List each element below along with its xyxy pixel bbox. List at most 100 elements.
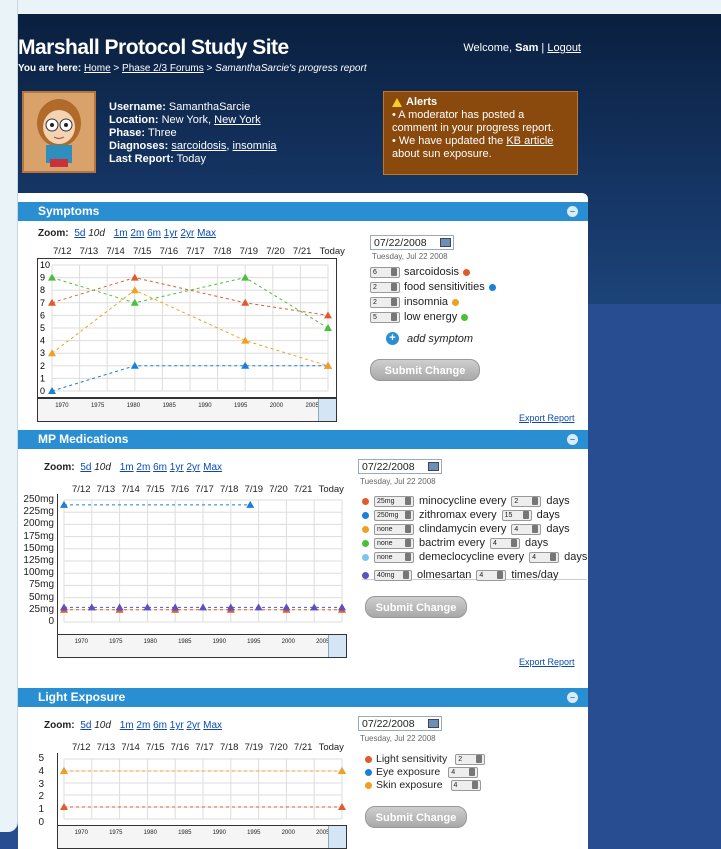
zoom-5d[interactable]: 5d <box>80 720 91 731</box>
zoom-max[interactable]: Max <box>203 462 222 473</box>
frequency-stepper[interactable]: 4 <box>529 551 560 563</box>
data-point[interactable] <box>324 311 332 319</box>
stepper-arrows-icon[interactable] <box>471 781 478 789</box>
diagnosis-link[interactable]: sarcoidosis <box>171 140 226 152</box>
data-point[interactable] <box>87 603 96 611</box>
date-input[interactable]: 07/22/2008 <box>358 459 442 474</box>
stepper-arrows-icon[interactable] <box>476 755 483 763</box>
symptoms-chart[interactable]: 0 1 2 3 4 5 6 7 8 9 10 <box>37 258 337 398</box>
data-point[interactable] <box>115 603 124 611</box>
zoom-1yr[interactable]: 1yr <box>170 720 184 731</box>
stepper-arrows-icon[interactable] <box>522 511 529 519</box>
zoom-1m[interactable]: 1m <box>120 462 134 473</box>
zoom-1yr[interactable]: 1yr <box>170 462 184 473</box>
data-point[interactable] <box>171 603 180 611</box>
medications-chart[interactable] <box>57 494 347 634</box>
location-state-link[interactable]: New York <box>214 114 260 126</box>
collapse-icon[interactable]: – <box>567 206 578 217</box>
data-point[interactable] <box>143 603 152 611</box>
breadcrumb-forums[interactable]: Phase 2/3 Forums <box>122 63 204 74</box>
frequency-stepper[interactable]: 15 <box>501 509 532 521</box>
dose-stepper[interactable]: none <box>374 523 414 535</box>
zoom-2m[interactable]: 2m <box>130 228 144 239</box>
stepper-arrows-icon[interactable] <box>391 268 397 276</box>
zoom-5d[interactable]: 5d <box>74 228 85 239</box>
zoom-6m[interactable]: 6m <box>147 228 161 239</box>
data-point[interactable] <box>310 603 319 611</box>
timeline-handle[interactable] <box>328 635 346 657</box>
zoom-6m[interactable]: 6m <box>153 720 167 731</box>
data-point[interactable] <box>246 500 255 508</box>
submit-button[interactable]: Submit Change <box>370 359 480 381</box>
stepper-arrows-icon[interactable] <box>469 768 476 776</box>
stepper-arrows-icon[interactable] <box>405 539 411 547</box>
breadcrumb-home[interactable]: Home <box>84 63 111 74</box>
frequency-stepper[interactable]: 4 <box>476 569 507 581</box>
stepper-arrows-icon[interactable] <box>511 539 518 547</box>
stepper-arrows-icon[interactable] <box>403 571 409 579</box>
stepper-arrows-icon[interactable] <box>405 511 411 519</box>
frequency-stepper[interactable]: 4 <box>511 523 542 535</box>
add-symptom-button[interactable]: + add symptom <box>386 332 473 345</box>
stepper-arrows-icon[interactable] <box>391 298 397 306</box>
light-exposure-chart[interactable] <box>57 753 347 825</box>
timeline-handle[interactable] <box>318 399 336 421</box>
frequency-stepper[interactable]: 2 <box>511 495 542 507</box>
zoom-2yr[interactable]: 2yr <box>186 462 200 473</box>
stepper-arrows-icon[interactable] <box>405 553 411 561</box>
dose-stepper[interactable]: none <box>374 537 414 549</box>
timeline-scrollbar[interactable]: 1970 1975 1980 1985 1990 1995 2000 2005 <box>37 398 337 422</box>
data-point[interactable] <box>130 361 139 369</box>
frequency-stepper[interactable]: 4 <box>490 537 521 549</box>
data-point[interactable] <box>282 603 291 611</box>
symptoms-header[interactable]: Symptoms – <box>18 202 588 221</box>
kb-article-link[interactable]: KB article <box>506 135 553 147</box>
light-stepper[interactable]: 4 <box>448 766 479 778</box>
zoom-2m[interactable]: 2m <box>136 720 150 731</box>
submit-button[interactable]: Submit Change <box>365 806 467 828</box>
zoom-6m[interactable]: 6m <box>153 462 167 473</box>
stepper-arrows-icon[interactable] <box>405 525 411 533</box>
zoom-max[interactable]: Max <box>197 228 216 239</box>
data-point[interactable] <box>338 603 346 611</box>
stepper-arrows-icon[interactable] <box>391 283 397 291</box>
calendar-icon[interactable] <box>428 719 439 728</box>
data-point[interactable] <box>324 361 332 369</box>
collapse-icon[interactable]: – <box>567 692 578 703</box>
submit-button[interactable]: Submit Change <box>365 596 467 618</box>
data-point[interactable] <box>254 603 263 611</box>
export-report-link[interactable]: Export Report <box>519 413 575 423</box>
zoom-2m[interactable]: 2m <box>136 462 150 473</box>
calendar-icon[interactable] <box>440 238 451 247</box>
data-point[interactable] <box>241 361 250 369</box>
stepper-arrows-icon[interactable] <box>532 525 539 533</box>
collapse-icon[interactable]: – <box>567 434 578 445</box>
severity-stepper[interactable]: 2 <box>370 296 400 308</box>
zoom-max[interactable]: Max <box>203 720 222 731</box>
data-point[interactable] <box>130 298 139 306</box>
data-point[interactable] <box>199 603 207 611</box>
date-input[interactable]: 07/22/2008 <box>370 235 454 250</box>
medications-header[interactable]: MP Medications – <box>18 430 588 449</box>
dose-stepper[interactable]: 40mg <box>374 569 412 581</box>
dose-stepper[interactable]: 250mg <box>374 509 414 521</box>
export-report-link[interactable]: Export Report <box>519 657 575 667</box>
dose-stepper[interactable]: 25mg <box>374 495 414 507</box>
zoom-2yr[interactable]: 2yr <box>180 228 194 239</box>
severity-stepper[interactable]: 6 <box>370 266 400 278</box>
stepper-arrows-icon[interactable] <box>405 497 411 505</box>
stepper-arrows-icon[interactable] <box>497 571 504 579</box>
light-exposure-header[interactable]: Light Exposure – <box>18 688 588 707</box>
timeline-scrollbar[interactable]: 1970 1975 1980 1985 1990 1995 2000 2005 <box>57 634 347 658</box>
zoom-1m[interactable]: 1m <box>114 228 128 239</box>
severity-stepper[interactable]: 2 <box>370 281 400 293</box>
zoom-10d[interactable]: 10d <box>94 720 111 731</box>
calendar-icon[interactable] <box>428 462 439 471</box>
light-stepper[interactable]: 2 <box>455 753 486 765</box>
stepper-arrows-icon[interactable] <box>550 553 557 561</box>
timeline-scrollbar[interactable]: 1970 1975 1980 1985 1990 1995 2000 2005 <box>57 825 347 849</box>
light-stepper[interactable]: 4 <box>450 779 481 791</box>
data-point[interactable] <box>241 298 250 306</box>
zoom-2yr[interactable]: 2yr <box>186 720 200 731</box>
date-input[interactable]: 07/22/2008 <box>358 716 442 731</box>
